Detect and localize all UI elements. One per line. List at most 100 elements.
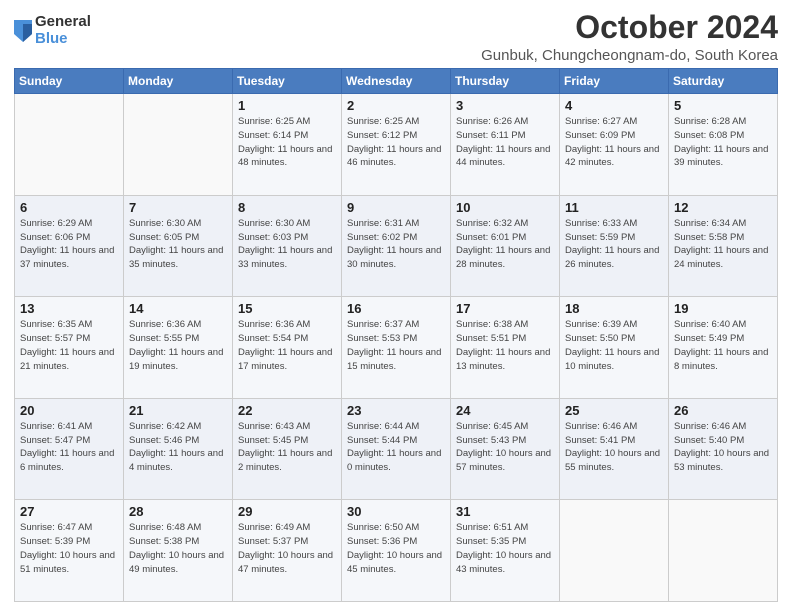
day-info: Sunrise: 6:39 AM Sunset: 5:50 PM Dayligh…	[565, 318, 663, 373]
calendar-cell: 21Sunrise: 6:42 AM Sunset: 5:46 PM Dayli…	[124, 398, 233, 500]
day-info: Sunrise: 6:25 AM Sunset: 6:12 PM Dayligh…	[347, 115, 445, 170]
day-number: 24	[456, 403, 554, 418]
day-info: Sunrise: 6:30 AM Sunset: 6:05 PM Dayligh…	[129, 217, 227, 272]
calendar-cell: 6 Sunrise: 6:29 AM Sunset: 6:06 PM Daylig…	[15, 195, 124, 297]
day-number: 29	[238, 504, 336, 519]
calendar-cell: 15 Sunrise: 6:36 AM Sunset: 5:54 PM Dayli…	[233, 297, 342, 399]
day-number: 31	[456, 504, 554, 519]
calendar-cell: 16 Sunrise: 6:37 AM Sunset: 5:53 PM Dayli…	[342, 297, 451, 399]
day-info: Sunrise: 6:30 AM Sunset: 6:03 PM Dayligh…	[238, 217, 336, 272]
day-number: 27	[20, 504, 118, 519]
day-info: Sunrise: 6:41 AM Sunset: 5:47 PM Dayligh…	[20, 420, 118, 475]
day-info: Sunrise: 6:44 AM Sunset: 5:44 PM Dayligh…	[347, 420, 445, 475]
day-number: 16	[347, 301, 445, 316]
day-info: Sunrise: 6:36 AM Sunset: 5:54 PM Dayligh…	[238, 318, 336, 373]
calendar-cell: 9 Sunrise: 6:31 AM Sunset: 6:02 PM Daylig…	[342, 195, 451, 297]
day-number: 11	[565, 200, 663, 215]
calendar-cell: 1Sunrise: 6:25 AM Sunset: 6:14 PM Daylig…	[233, 94, 342, 196]
calendar-cell: 7 Sunrise: 6:30 AM Sunset: 6:05 PM Daylig…	[124, 195, 233, 297]
day-info: Sunrise: 6:47 AM Sunset: 5:39 PM Dayligh…	[20, 521, 118, 576]
page: General Blue October 2024 Gunbuk, Chungc…	[0, 0, 792, 612]
calendar-cell: 29 Sunrise: 6:49 AM Sunset: 5:37 PM Dayli…	[233, 500, 342, 602]
col-header-wednesday: Wednesday	[342, 69, 451, 94]
day-number: 26	[674, 403, 772, 418]
day-number: 19	[674, 301, 772, 316]
calendar-cell: 20Sunrise: 6:41 AM Sunset: 5:47 PM Dayli…	[15, 398, 124, 500]
day-number: 4	[565, 98, 663, 113]
day-info: Sunrise: 6:43 AM Sunset: 5:45 PM Dayligh…	[238, 420, 336, 475]
day-info: Sunrise: 6:38 AM Sunset: 5:51 PM Dayligh…	[456, 318, 554, 373]
col-header-friday: Friday	[560, 69, 669, 94]
day-number: 7	[129, 200, 227, 215]
logo: General Blue	[14, 14, 91, 47]
day-info: Sunrise: 6:45 AM Sunset: 5:43 PM Dayligh…	[456, 420, 554, 475]
logo-text: General Blue	[35, 14, 91, 47]
day-info: Sunrise: 6:31 AM Sunset: 6:02 PM Dayligh…	[347, 217, 445, 272]
day-number: 23	[347, 403, 445, 418]
calendar-cell: 11 Sunrise: 6:33 AM Sunset: 5:59 PM Dayli…	[560, 195, 669, 297]
calendar-cell: 24 Sunrise: 6:45 AM Sunset: 5:43 PM Dayli…	[451, 398, 560, 500]
day-info: Sunrise: 6:28 AM Sunset: 6:08 PM Dayligh…	[674, 115, 772, 170]
day-number: 21	[129, 403, 227, 418]
calendar: SundayMondayTuesdayWednesdayThursdayFrid…	[14, 68, 778, 602]
day-number: 12	[674, 200, 772, 215]
day-info: Sunrise: 6:46 AM Sunset: 5:41 PM Dayligh…	[565, 420, 663, 475]
day-number: 13	[20, 301, 118, 316]
day-info: Sunrise: 6:46 AM Sunset: 5:40 PM Dayligh…	[674, 420, 772, 475]
day-number: 10	[456, 200, 554, 215]
calendar-cell: 18Sunrise: 6:39 AM Sunset: 5:50 PM Dayli…	[560, 297, 669, 399]
day-info: Sunrise: 6:36 AM Sunset: 5:55 PM Dayligh…	[129, 318, 227, 373]
header: General Blue October 2024 Gunbuk, Chungc…	[14, 10, 778, 64]
calendar-cell: 13 Sunrise: 6:35 AM Sunset: 5:57 PM Dayli…	[15, 297, 124, 399]
day-info: Sunrise: 6:48 AM Sunset: 5:38 PM Dayligh…	[129, 521, 227, 576]
day-number: 14	[129, 301, 227, 316]
day-info: Sunrise: 6:40 AM Sunset: 5:49 PM Dayligh…	[674, 318, 772, 373]
day-number: 15	[238, 301, 336, 316]
day-info: Sunrise: 6:35 AM Sunset: 5:57 PM Dayligh…	[20, 318, 118, 373]
calendar-cell: 27 Sunrise: 6:47 AM Sunset: 5:39 PM Dayli…	[15, 500, 124, 602]
day-number: 9	[347, 200, 445, 215]
day-info: Sunrise: 6:32 AM Sunset: 6:01 PM Dayligh…	[456, 217, 554, 272]
day-info: Sunrise: 6:27 AM Sunset: 6:09 PM Dayligh…	[565, 115, 663, 170]
calendar-cell: 2 Sunrise: 6:25 AM Sunset: 6:12 PM Daylig…	[342, 94, 451, 196]
calendar-cell: 19 Sunrise: 6:40 AM Sunset: 5:49 PM Dayli…	[669, 297, 778, 399]
day-info: Sunrise: 6:29 AM Sunset: 6:06 PM Dayligh…	[20, 217, 118, 272]
subtitle: Gunbuk, Chungcheongnam-do, South Korea	[481, 47, 778, 64]
day-number: 2	[347, 98, 445, 113]
calendar-cell: 22 Sunrise: 6:43 AM Sunset: 5:45 PM Dayli…	[233, 398, 342, 500]
col-header-saturday: Saturday	[669, 69, 778, 94]
calendar-cell: 23 Sunrise: 6:44 AM Sunset: 5:44 PM Dayli…	[342, 398, 451, 500]
day-number: 6	[20, 200, 118, 215]
calendar-cell: 26 Sunrise: 6:46 AM Sunset: 5:40 PM Dayli…	[669, 398, 778, 500]
calendar-cell: 12 Sunrise: 6:34 AM Sunset: 5:58 PM Dayli…	[669, 195, 778, 297]
calendar-cell	[669, 500, 778, 602]
calendar-cell: 4 Sunrise: 6:27 AM Sunset: 6:09 PM Daylig…	[560, 94, 669, 196]
calendar-cell: 28 Sunrise: 6:48 AM Sunset: 5:38 PM Dayli…	[124, 500, 233, 602]
day-info: Sunrise: 6:34 AM Sunset: 5:58 PM Dayligh…	[674, 217, 772, 272]
calendar-cell: 8Sunrise: 6:30 AM Sunset: 6:03 PM Daylig…	[233, 195, 342, 297]
main-title: October 2024	[481, 10, 778, 45]
day-number: 28	[129, 504, 227, 519]
day-info: Sunrise: 6:49 AM Sunset: 5:37 PM Dayligh…	[238, 521, 336, 576]
calendar-cell: 31Sunrise: 6:51 AM Sunset: 5:35 PM Dayli…	[451, 500, 560, 602]
col-header-tuesday: Tuesday	[233, 69, 342, 94]
col-header-monday: Monday	[124, 69, 233, 94]
day-info: Sunrise: 6:50 AM Sunset: 5:36 PM Dayligh…	[347, 521, 445, 576]
calendar-cell	[560, 500, 669, 602]
day-number: 5	[674, 98, 772, 113]
logo-general: General	[35, 14, 91, 31]
calendar-cell: 10 Sunrise: 6:32 AM Sunset: 6:01 PM Dayli…	[451, 195, 560, 297]
day-info: Sunrise: 6:33 AM Sunset: 5:59 PM Dayligh…	[565, 217, 663, 272]
day-number: 3	[456, 98, 554, 113]
day-number: 22	[238, 403, 336, 418]
calendar-cell: 3 Sunrise: 6:26 AM Sunset: 6:11 PM Daylig…	[451, 94, 560, 196]
day-info: Sunrise: 6:37 AM Sunset: 5:53 PM Dayligh…	[347, 318, 445, 373]
day-info: Sunrise: 6:26 AM Sunset: 6:11 PM Dayligh…	[456, 115, 554, 170]
col-header-thursday: Thursday	[451, 69, 560, 94]
calendar-cell	[124, 94, 233, 196]
day-number: 25	[565, 403, 663, 418]
day-number: 17	[456, 301, 554, 316]
calendar-cell: 30Sunrise: 6:50 AM Sunset: 5:36 PM Dayli…	[342, 500, 451, 602]
calendar-cell: 17 Sunrise: 6:38 AM Sunset: 5:51 PM Dayli…	[451, 297, 560, 399]
day-info: Sunrise: 6:25 AM Sunset: 6:14 PM Dayligh…	[238, 115, 336, 170]
